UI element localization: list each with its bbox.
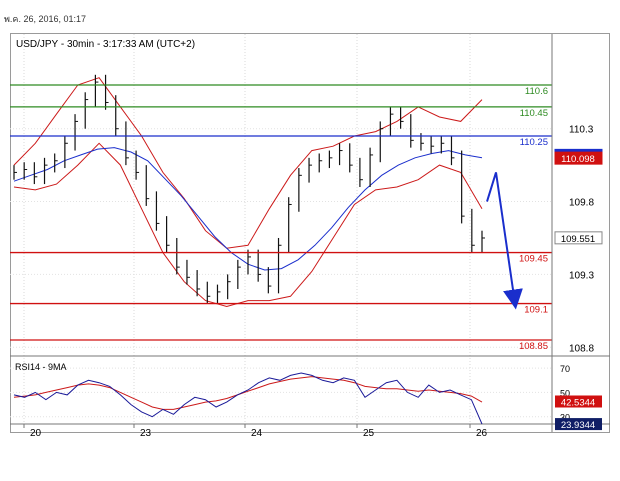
rsi-title: RSI14 - 9MA: [15, 362, 67, 372]
price-tick-label: 109.8: [569, 198, 594, 209]
x-tick-label: 24: [251, 428, 263, 439]
price-tick-label: 110.3: [569, 125, 594, 136]
level-label: 110.6: [525, 86, 548, 97]
price-badge-label: 110.098: [561, 154, 595, 165]
price-tick-label: 109.3: [569, 270, 594, 281]
chart-title: USD/JPY - 30min - 3:17:33 AM (UTC+2): [16, 39, 195, 50]
x-tick-label: 20: [30, 428, 42, 439]
level-label: 110.25: [520, 137, 548, 148]
rsi-badge-label: 42.5344: [561, 397, 595, 408]
x-tick-label: 23: [140, 428, 152, 439]
level-label: 110.45: [520, 108, 548, 119]
level-label: 109.1: [524, 305, 548, 316]
x-tick-label: 25: [363, 428, 375, 439]
level-label: 109.45: [519, 254, 548, 265]
rsi-ma-line: [13, 376, 483, 410]
level-label: 108.85: [519, 341, 548, 352]
price-badge-label: 109.551: [561, 234, 595, 245]
forex-chart[interactable]: 110.6 110.45 110.25 109.45 109.1 108.85 20 23 2…: [0, 0, 620, 481]
rsi-badge-label: 23.9344: [561, 420, 595, 431]
bollinger-upper-band: [13, 77, 483, 249]
forecast-arrow: [486, 172, 523, 310]
price-tick-label: 108.8: [569, 343, 594, 354]
rsi-tick-label: 70: [560, 364, 570, 374]
bollinger-lower-band: [13, 142, 483, 308]
x-tick-label: 26: [476, 428, 488, 439]
